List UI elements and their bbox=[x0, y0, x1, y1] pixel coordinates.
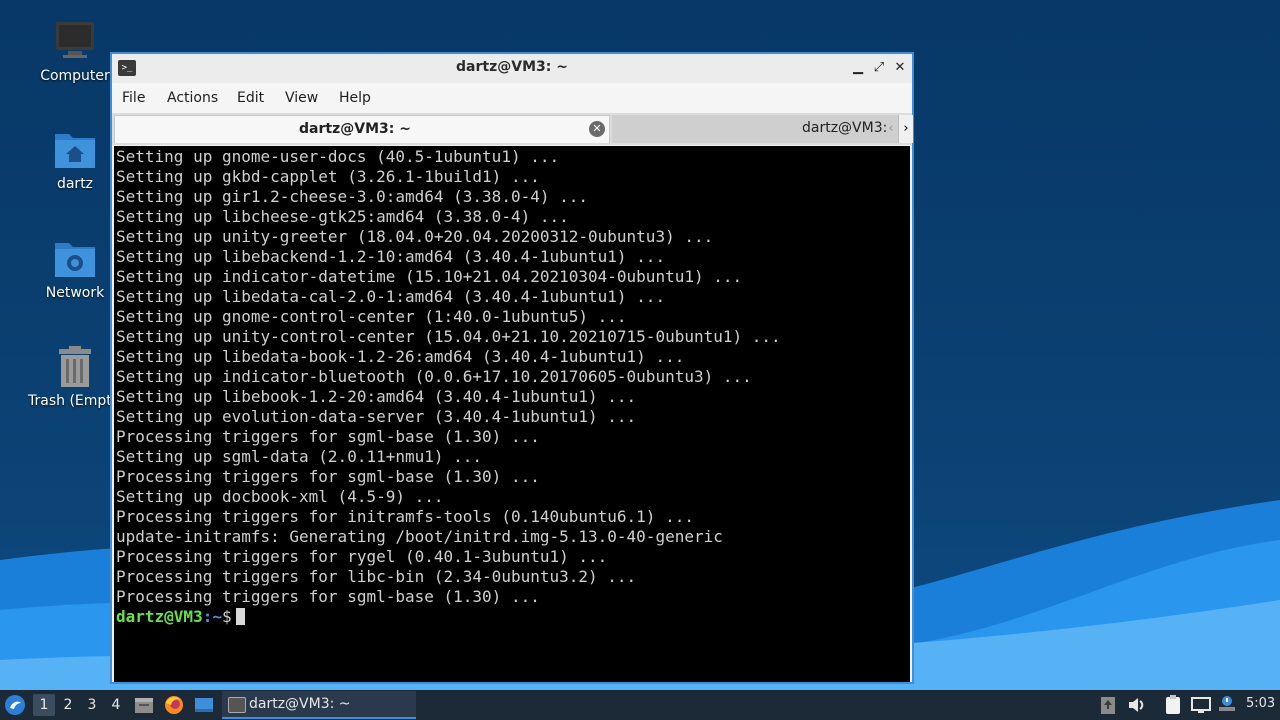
terminal-line: Setting up libebook-1.2-20:amd64 (3.40.4… bbox=[116, 387, 637, 406]
menu-view[interactable]: View bbox=[285, 90, 318, 106]
window-title: dartz@VM3: ~ bbox=[456, 59, 568, 75]
file-manager-icon[interactable] bbox=[133, 694, 155, 716]
terminal-line: Setting up unity-control-center (15.04.0… bbox=[116, 327, 781, 346]
terminal-line: Setting up gir1.2-cheese-3.0:amd64 (3.38… bbox=[116, 187, 589, 206]
terminal-line: Processing triggers for initramfs-tools … bbox=[116, 507, 694, 526]
taskbar-terminal-button[interactable]: dartz@VM3: ~ bbox=[222, 691, 416, 719]
network-folder-icon bbox=[53, 237, 97, 281]
clipboard-icon[interactable] bbox=[1162, 694, 1184, 716]
tab-bar: dartz@VM3: ~ ✕ dartz@VM3: ‹ › bbox=[112, 113, 913, 145]
menu-help[interactable]: Help bbox=[339, 90, 371, 106]
terminal-output[interactable]: Setting up gnome-user-docs (40.5-1ubuntu… bbox=[114, 146, 910, 682]
terminal-line: Setting up gnome-control-center (1:40.0-… bbox=[116, 307, 627, 326]
tab-active[interactable]: dartz@VM3: ~ ✕ bbox=[114, 115, 610, 143]
minimize-button[interactable]: ▁ bbox=[848, 58, 868, 78]
close-button[interactable]: ✕ bbox=[890, 58, 910, 78]
computer-icon bbox=[53, 20, 97, 64]
tab-label: dartz@VM3: bbox=[802, 120, 888, 136]
tab-scroll-right-icon[interactable]: › bbox=[898, 115, 913, 143]
workspace-1[interactable]: 1 bbox=[33, 694, 55, 716]
terminal-line: Setting up gnome-user-docs (40.5-1ubuntu… bbox=[116, 147, 560, 166]
terminal-line: Setting up docbook-xml (4.5-9) ... bbox=[116, 487, 444, 506]
show-desktop-icon[interactable] bbox=[193, 694, 215, 716]
terminal-cursor bbox=[235, 608, 245, 625]
terminal-window: >_ dartz@VM3: ~ ▁ ⤢ ✕ File Actions Edit … bbox=[110, 52, 914, 684]
home-folder-icon bbox=[53, 128, 97, 172]
tab-close-icon[interactable]: ✕ bbox=[589, 121, 605, 137]
terminal-line: Setting up indicator-datetime (15.10+21.… bbox=[116, 267, 743, 286]
terminal-line: Setting up evolution-data-server (3.40.4… bbox=[116, 407, 637, 426]
tab-scroll-left-icon[interactable]: ‹ bbox=[884, 115, 898, 143]
notification-icon[interactable] bbox=[1216, 694, 1238, 716]
app-menu-icon[interactable] bbox=[4, 694, 26, 716]
taskbar: 1 2 3 4 dartz@VM3: ~ 5:03 bbox=[0, 690, 1280, 720]
workspace-4[interactable]: 4 bbox=[105, 694, 127, 716]
terminal-line: Setting up gkbd-capplet (3.26.1-1build1)… bbox=[116, 167, 540, 186]
network-icon[interactable] bbox=[1190, 694, 1212, 716]
workspace-2[interactable]: 2 bbox=[57, 694, 79, 716]
terminal-line: Setting up sgml-data (2.0.11+nmu1) ... bbox=[116, 447, 483, 466]
menu-edit[interactable]: Edit bbox=[237, 90, 264, 106]
terminal-prompt[interactable]: dartz@VM3:~$ bbox=[116, 607, 245, 627]
prompt-path: ~ bbox=[212, 607, 222, 626]
workspace-3[interactable]: 3 bbox=[81, 694, 103, 716]
terminal-line: Processing triggers for rygel (0.40.1-3u… bbox=[116, 547, 608, 566]
menu-actions[interactable]: Actions bbox=[167, 90, 218, 106]
terminal-line: Setting up libedata-cal-2.0-1:amd64 (3.4… bbox=[116, 287, 666, 306]
terminal-line: Processing triggers for sgml-base (1.30)… bbox=[116, 467, 540, 486]
trash-icon bbox=[53, 345, 97, 389]
tab-label: dartz@VM3: ~ bbox=[299, 121, 411, 137]
prompt-separator: : bbox=[202, 607, 213, 626]
terminal-line: Setting up libebackend-1.2-10:amd64 (3.4… bbox=[116, 247, 666, 266]
taskbar-task-label: dartz@VM3: ~ bbox=[249, 696, 351, 712]
maximize-button[interactable]: ⤢ bbox=[869, 58, 889, 78]
terminal-line: Setting up libedata-book-1.2-26:amd64 (3… bbox=[116, 347, 685, 366]
prompt-symbol: $ bbox=[221, 607, 232, 626]
terminal-line: Setting up unity-greeter (18.04.0+20.04.… bbox=[116, 227, 714, 246]
update-notifier-icon[interactable] bbox=[1097, 694, 1119, 716]
terminal-line: Processing triggers for sgml-base (1.30)… bbox=[116, 427, 540, 446]
tab-inactive[interactable]: dartz@VM3: bbox=[612, 115, 910, 143]
window-titlebar[interactable]: >_ dartz@VM3: ~ ▁ ⤢ ✕ bbox=[112, 54, 912, 84]
terminal-line: Setting up libcheese-gtk25:amd64 (3.38.0… bbox=[116, 207, 569, 226]
menu-file[interactable]: File bbox=[122, 90, 145, 106]
terminal-line: Processing triggers for sgml-base (1.30)… bbox=[116, 587, 540, 606]
firefox-icon[interactable] bbox=[163, 694, 185, 716]
menubar: File Actions Edit View Help bbox=[112, 83, 912, 113]
terminal-line: Processing triggers for libc-bin (2.34-0… bbox=[116, 567, 637, 586]
terminal-icon bbox=[228, 697, 246, 713]
clock[interactable]: 5:03 bbox=[1246, 696, 1275, 711]
terminal-line: update-initramfs: Generating /boot/initr… bbox=[116, 527, 723, 546]
volume-icon[interactable] bbox=[1126, 694, 1148, 716]
terminal-line: Setting up indicator-bluetooth (0.0.6+17… bbox=[116, 367, 752, 386]
prompt-user: dartz@VM3 bbox=[116, 607, 203, 626]
